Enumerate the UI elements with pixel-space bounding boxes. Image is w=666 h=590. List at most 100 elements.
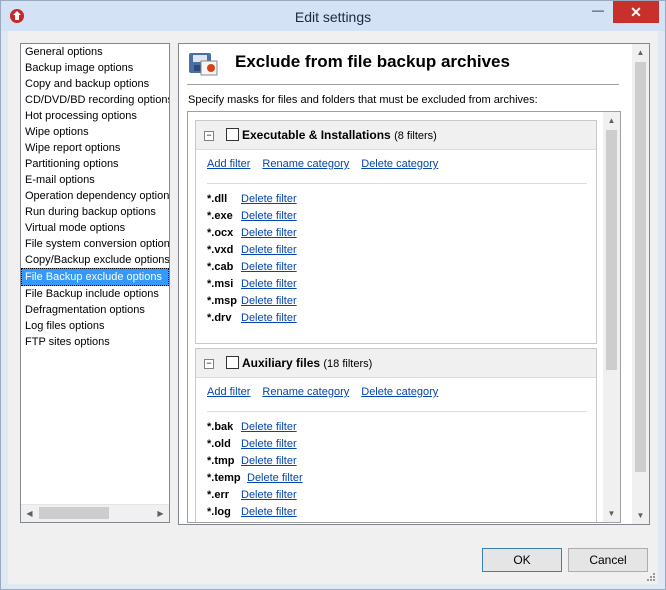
add-filter-link[interactable]: Add filter — [207, 158, 250, 170]
delete-category-link[interactable]: Delete category — [361, 386, 438, 398]
delete-filter-link[interactable]: Delete filter — [241, 278, 297, 290]
nav-item[interactable]: General options — [21, 44, 169, 60]
scroll-down-icon[interactable]: ▼ — [632, 507, 649, 524]
ok-button[interactable]: OK — [482, 548, 562, 572]
scroll-up-icon[interactable]: ▲ — [632, 44, 649, 61]
settings-category-list[interactable]: General options Backup image options Copy … — [20, 43, 170, 523]
nav-item[interactable]: Run during backup options — [21, 204, 169, 220]
nav-item[interactable]: Operation dependency options — [21, 188, 169, 204]
filter-mask: *.bak — [207, 421, 234, 433]
scroll-left-icon[interactable]: ◀ — [21, 505, 38, 522]
filter-count: (8 filters) — [394, 130, 437, 142]
filter-mask: *.old — [207, 438, 231, 450]
category-divider — [207, 183, 587, 184]
filter-category: − Executable & Installations (8 filters) A… — [195, 120, 597, 344]
header-divider — [187, 84, 619, 85]
nav-item[interactable]: FTP sites options — [21, 334, 169, 350]
category-label: Executable & Installations — [242, 128, 391, 142]
inner-vertical-scrollbar[interactable]: ▲ ▼ — [603, 112, 620, 522]
collapse-icon[interactable]: − — [204, 359, 214, 369]
delete-filter-link[interactable]: Delete filter — [241, 506, 297, 518]
nav-item[interactable]: CD/DVD/BD recording options — [21, 92, 169, 108]
category-header: − Executable & Installations (8 filters) — [196, 121, 596, 150]
nav-item[interactable]: Log files options — [21, 318, 169, 334]
nav-item[interactable]: File system conversion options — [21, 236, 169, 252]
filter-mask: *.log — [207, 506, 231, 518]
rename-category-link[interactable]: Rename category — [262, 158, 349, 170]
nav-item[interactable]: Copy and backup options — [21, 76, 169, 92]
delete-filter-link[interactable]: Delete filter — [241, 312, 297, 324]
delete-filter-link[interactable]: Delete filter — [241, 455, 297, 467]
filter-mask: *.err — [207, 489, 230, 501]
filter-row: *.old Delete filter — [207, 438, 309, 455]
filter-row: *.ocx Delete filter — [207, 227, 309, 244]
delete-filter-link[interactable]: Delete filter — [241, 210, 297, 222]
nav-item[interactable]: Defragmentation options — [21, 302, 169, 318]
dialog-client: General options Backup image options Copy … — [8, 31, 658, 584]
filter-mask: *.vxd — [207, 244, 234, 256]
nav-item[interactable]: Backup image options — [21, 60, 169, 76]
nav-item[interactable]: Hot processing options — [21, 108, 169, 124]
delete-filter-link[interactable]: Delete filter — [241, 421, 297, 433]
filter-row: *.vxd Delete filter — [207, 244, 309, 261]
delete-filter-link[interactable]: Delete filter — [241, 193, 297, 205]
filter-mask: *.msp — [207, 295, 237, 307]
title-bar: Edit settings — ✕ — [1, 1, 665, 31]
filter-mask: *.drv — [207, 312, 232, 324]
category-actions: Add filter Rename category Delete category — [207, 386, 450, 398]
filter-mask: *.temp — [207, 472, 241, 484]
delete-filter-link[interactable]: Delete filter — [241, 244, 297, 256]
filter-row: *.dll Delete filter — [207, 193, 309, 210]
delete-category-link[interactable]: Delete category — [361, 158, 438, 170]
category-label: Auxiliary files — [242, 356, 321, 370]
nav-item[interactable]: Virtual mode options — [21, 220, 169, 236]
scroll-right-icon[interactable]: ▶ — [152, 505, 169, 522]
category-divider — [207, 411, 587, 412]
filter-row: *.msi Delete filter — [207, 278, 309, 295]
nav-item[interactable]: Copy/Backup exclude options — [21, 252, 169, 268]
resize-grip-icon[interactable] — [646, 572, 656, 582]
filter-row: *.msp Delete filter — [207, 295, 309, 312]
category-name: Executable & Installations (8 filters) — [242, 128, 437, 142]
panel-vertical-scrollbar[interactable]: ▲ ▼ — [632, 44, 649, 524]
filter-mask: *.ocx — [207, 227, 234, 239]
delete-filter-link[interactable]: Delete filter — [241, 489, 297, 501]
filter-mask: *.tmp — [207, 455, 235, 467]
inner-scroll-thumb[interactable] — [606, 130, 617, 370]
nav-item[interactable]: Wipe report options — [21, 140, 169, 156]
nav-item[interactable]: File Backup exclude options — [21, 268, 169, 286]
collapse-icon[interactable]: − — [204, 131, 214, 141]
cancel-button[interactable]: Cancel — [568, 548, 648, 572]
filter-row: *.exe Delete filter — [207, 210, 309, 227]
filter-mask: *.dll — [207, 193, 228, 205]
delete-filter-link[interactable]: Delete filter — [241, 261, 297, 273]
panel-scroll-thumb[interactable] — [635, 62, 646, 472]
page-description: Specify masks for files and folders that… — [188, 94, 538, 106]
scroll-down-icon[interactable]: ▼ — [603, 505, 620, 522]
nav-item[interactable]: Wipe options — [21, 124, 169, 140]
add-filter-link[interactable]: Add filter — [207, 386, 250, 398]
nav-horizontal-scrollbar[interactable]: ◀ ▶ — [21, 504, 169, 522]
file-backup-icon — [189, 53, 218, 76]
rename-category-link[interactable]: Rename category — [262, 386, 349, 398]
page-title: Exclude from file backup archives — [235, 52, 510, 71]
edit-settings-window: Edit settings — ✕ General options Backup … — [0, 0, 666, 590]
category-checkbox[interactable] — [226, 356, 239, 369]
filter-row: *.temp Delete filter — [207, 472, 315, 489]
delete-filter-link[interactable]: Delete filter — [241, 295, 297, 307]
category-name: Auxiliary files (18 filters) — [242, 356, 372, 370]
nav-item[interactable]: Partitioning options — [21, 156, 169, 172]
filter-groups-area[interactable]: − Executable & Installations (8 filters) A… — [187, 111, 621, 523]
filter-count: (18 filters) — [323, 358, 373, 370]
delete-filter-link[interactable]: Delete filter — [247, 472, 303, 484]
delete-filter-link[interactable]: Delete filter — [241, 227, 297, 239]
nav-item[interactable]: File Backup include options — [21, 286, 169, 302]
category-checkbox[interactable] — [226, 128, 239, 141]
minimize-button[interactable]: — — [585, 3, 611, 25]
scroll-thumb[interactable] — [39, 507, 109, 519]
delete-filter-link[interactable]: Delete filter — [241, 438, 297, 450]
nav-item[interactable]: E-mail options — [21, 172, 169, 188]
scroll-up-icon[interactable]: ▲ — [603, 112, 620, 129]
close-button[interactable]: ✕ — [613, 1, 659, 23]
filter-row: *.cab Delete filter — [207, 261, 309, 278]
